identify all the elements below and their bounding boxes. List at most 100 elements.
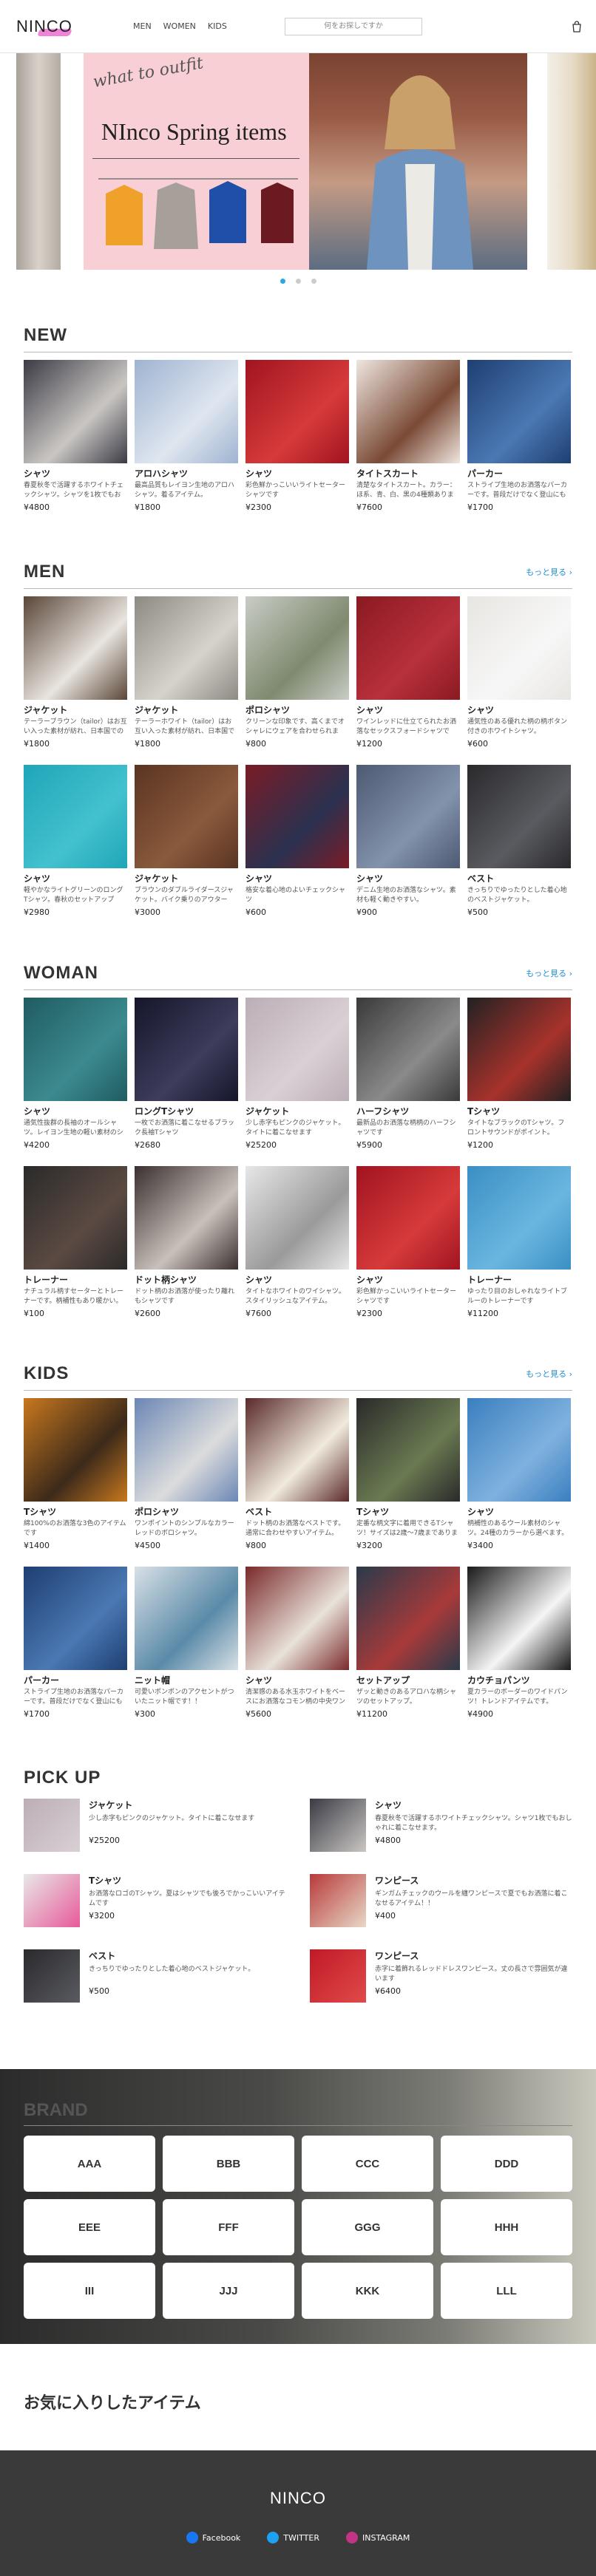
site-logo[interactable]: NINCO bbox=[16, 17, 105, 36]
product-name[interactable]: シャツ bbox=[245, 467, 349, 480]
brand-button[interactable]: FFF bbox=[163, 2199, 294, 2255]
product-card[interactable]: パーカーストライプ生地のお洒落なパーカーです。普段だけでなく登山にもおすすめ。 ¥… bbox=[467, 360, 571, 521]
shopping-bag-icon[interactable] bbox=[571, 21, 583, 33]
product-image[interactable] bbox=[467, 596, 571, 700]
product-card[interactable]: シャツ 柄補性のあるウール素材のシャツ。24種のカラーから選べます。 ¥3400 bbox=[467, 1398, 571, 1559]
product-image[interactable] bbox=[24, 1166, 127, 1270]
pickup-image[interactable] bbox=[24, 1799, 80, 1852]
product-image[interactable] bbox=[245, 360, 349, 463]
product-name[interactable]: ベスト bbox=[467, 872, 571, 885]
product-image[interactable] bbox=[24, 1567, 127, 1670]
nav-women[interactable]: WOMEN bbox=[163, 21, 196, 31]
product-card[interactable]: シャツ タイトなホワイトのワイシャツ。スタイリッシュなアイテム。 ¥7600 bbox=[245, 1166, 349, 1327]
product-card[interactable]: ベスト ドット柄のお洒落なベストです。通常に合わせやすいアイテム。 ¥800 bbox=[245, 1398, 349, 1559]
pickup-image[interactable] bbox=[24, 1874, 80, 1927]
social-link[interactable]: Facebook bbox=[186, 2532, 240, 2543]
brand-button[interactable]: AAA bbox=[24, 2136, 155, 2192]
product-card[interactable]: Tシャツ タイトなブラックのTシャツ。フロントサウンドがポイント。 ¥1200 bbox=[467, 998, 571, 1159]
pickup-name[interactable]: ジャケット bbox=[89, 1799, 254, 1811]
product-image[interactable] bbox=[245, 596, 349, 700]
nav-kids[interactable]: KIDS bbox=[208, 21, 227, 31]
product-name[interactable]: シャツ bbox=[356, 872, 460, 885]
product-card[interactable]: ポロシャツ ワンポイントのシンプルなカラーレッドのボロシャツ。 ¥4500 bbox=[135, 1398, 238, 1559]
pickup-image[interactable] bbox=[310, 1949, 366, 2003]
product-name[interactable]: シャツ bbox=[24, 467, 127, 480]
product-name[interactable]: ポロシャツ bbox=[245, 703, 349, 716]
pickup-name[interactable]: ワンピース bbox=[375, 1949, 572, 1962]
product-name[interactable]: ジャケット bbox=[135, 703, 238, 716]
pickup-name[interactable]: シャツ bbox=[375, 1799, 572, 1811]
slider-dot-2[interactable] bbox=[295, 279, 301, 284]
see-more-link[interactable]: もっと見る › bbox=[526, 566, 572, 578]
product-card[interactable]: カウチョパンツ 夏カラーのボーダーのワイドパンツ！トレンドアイテムです。 ¥4900 bbox=[467, 1567, 571, 1728]
product-image[interactable] bbox=[356, 596, 460, 700]
product-name[interactable]: ベスト bbox=[245, 1505, 349, 1518]
brand-button[interactable]: KKK bbox=[302, 2263, 433, 2319]
product-image[interactable] bbox=[467, 998, 571, 1101]
slider-dot-1[interactable] bbox=[280, 279, 285, 284]
product-name[interactable]: ニット帽 bbox=[135, 1674, 238, 1686]
product-card[interactable]: Tシャツ 綿100%のお洒落な3色のアイテムです ¥1400 bbox=[24, 1398, 127, 1559]
product-card[interactable]: ジャケットテーラーホワイト（tailor）はお互い入った素材が紡れ、日本国で作ら… bbox=[135, 596, 238, 757]
slider-dot-3[interactable] bbox=[311, 279, 316, 284]
product-image[interactable] bbox=[467, 765, 571, 868]
product-name[interactable]: トレーナー bbox=[467, 1273, 571, 1286]
pickup-name[interactable]: ベスト bbox=[89, 1949, 254, 1962]
product-image[interactable] bbox=[135, 1398, 238, 1502]
product-name[interactable]: シャツ bbox=[467, 1505, 571, 1518]
product-name[interactable]: シャツ bbox=[245, 1674, 349, 1686]
product-name[interactable]: トレーナー bbox=[24, 1273, 127, 1286]
product-name[interactable]: セットアップ bbox=[356, 1674, 460, 1686]
product-name[interactable]: シャツ bbox=[24, 872, 127, 885]
product-card[interactable]: ジャケット 少し赤字もピンクのジャケット。タイトに着こなせます ¥25200 bbox=[245, 998, 349, 1159]
product-card[interactable]: ドット柄シャツ ドット柄のお洒落が使ったり離れもシャツです ¥2600 bbox=[135, 1166, 238, 1327]
product-card[interactable]: シャツ軽やかなライトグリーンのロングTシャツ。春秋のセットアップに。 ¥2980 bbox=[24, 765, 127, 926]
nav-men[interactable]: MEN bbox=[133, 21, 152, 31]
brand-button[interactable]: LLL bbox=[441, 2263, 572, 2319]
product-name[interactable]: シャツ bbox=[24, 1105, 127, 1117]
product-card[interactable]: ポロシャツクリーンな印象です、高くまでオシャレにウェアを合わせられます。 ¥800 bbox=[245, 596, 349, 757]
product-card[interactable]: ハーフシャツ 最新品のお洒落な柄柄のハーフシャツです ¥5900 bbox=[356, 998, 460, 1159]
pickup-item[interactable]: ワンピース 赤字に着飾れるレッドドレスワンピース。丈の長さで雰囲気が違います ¥… bbox=[310, 1949, 572, 2003]
product-name[interactable]: カウチョパンツ bbox=[467, 1674, 571, 1686]
product-card[interactable]: トレーナー ナチュラル柄すセーターとトレーナーです。柄補性もあり暖かい。 ¥100 bbox=[24, 1166, 127, 1327]
product-name[interactable]: Tシャツ bbox=[467, 1105, 571, 1117]
product-image[interactable] bbox=[135, 998, 238, 1101]
product-image[interactable] bbox=[467, 1567, 571, 1670]
product-image[interactable] bbox=[467, 360, 571, 463]
product-image[interactable] bbox=[245, 1166, 349, 1270]
product-name[interactable]: シャツ bbox=[467, 703, 571, 716]
slider-prev-preview[interactable] bbox=[16, 53, 61, 270]
pickup-name[interactable]: Tシャツ bbox=[89, 1874, 286, 1887]
product-image[interactable] bbox=[24, 765, 127, 868]
product-name[interactable]: シャツ bbox=[356, 1273, 460, 1286]
product-card[interactable]: シャツ デニム生地のお洒落なシャツ。素材も軽く動きやすい。 ¥900 bbox=[356, 765, 460, 926]
product-image[interactable] bbox=[467, 1166, 571, 1270]
pickup-item[interactable]: Tシャツ お洒落なロゴのTシャツ。夏はシャツでも後ろでかっこいいアイテムです ¥… bbox=[24, 1874, 286, 1927]
product-card[interactable]: シャツ 彩色鮮かっこいいライトセーターシャツです ¥2300 bbox=[356, 1166, 460, 1327]
product-image[interactable] bbox=[135, 596, 238, 700]
product-image[interactable] bbox=[356, 1166, 460, 1270]
product-name[interactable]: ドット柄シャツ bbox=[135, 1273, 238, 1286]
pickup-item[interactable]: ワンピース ギンガムチェックのウールを纏ワンピースで夏でもお洒落に着こなせるアイ… bbox=[310, 1874, 572, 1927]
product-name[interactable]: タイトスカート bbox=[356, 467, 460, 480]
product-card[interactable]: シャツワインレッドに仕立てられたお洒落なセックスフォードシャツです。 ¥1200 bbox=[356, 596, 460, 757]
footer-logo[interactable]: NINCO bbox=[0, 2489, 596, 2508]
product-image[interactable] bbox=[135, 765, 238, 868]
product-image[interactable] bbox=[356, 1567, 460, 1670]
pickup-image[interactable] bbox=[310, 1874, 366, 1927]
brand-button[interactable]: CCC bbox=[302, 2136, 433, 2192]
hero-slide[interactable]: what to outfit NInco Spring items bbox=[84, 53, 527, 270]
product-name[interactable]: ポロシャツ bbox=[135, 1505, 238, 1518]
product-image[interactable] bbox=[135, 1166, 238, 1270]
product-name[interactable]: ハーフシャツ bbox=[356, 1105, 460, 1117]
product-card[interactable]: ベスト きっちりでゆったりとした着心地のベストジャケット。 ¥500 bbox=[467, 765, 571, 926]
product-image[interactable] bbox=[245, 765, 349, 868]
brand-button[interactable]: GGG bbox=[302, 2199, 433, 2255]
social-link[interactable]: TWITTER bbox=[267, 2532, 319, 2543]
product-image[interactable] bbox=[245, 1567, 349, 1670]
product-card[interactable]: セットアップ ザッと動きのあるアロハな柄シャツのセットアップ。 ¥11200 bbox=[356, 1567, 460, 1728]
product-image[interactable] bbox=[356, 998, 460, 1101]
product-card[interactable]: パーカーストライプ生地のお洒落なパーカーです。普段だけでなく登山にもおすすめ。 ¥… bbox=[24, 1567, 127, 1728]
brand-button[interactable]: III bbox=[24, 2263, 155, 2319]
